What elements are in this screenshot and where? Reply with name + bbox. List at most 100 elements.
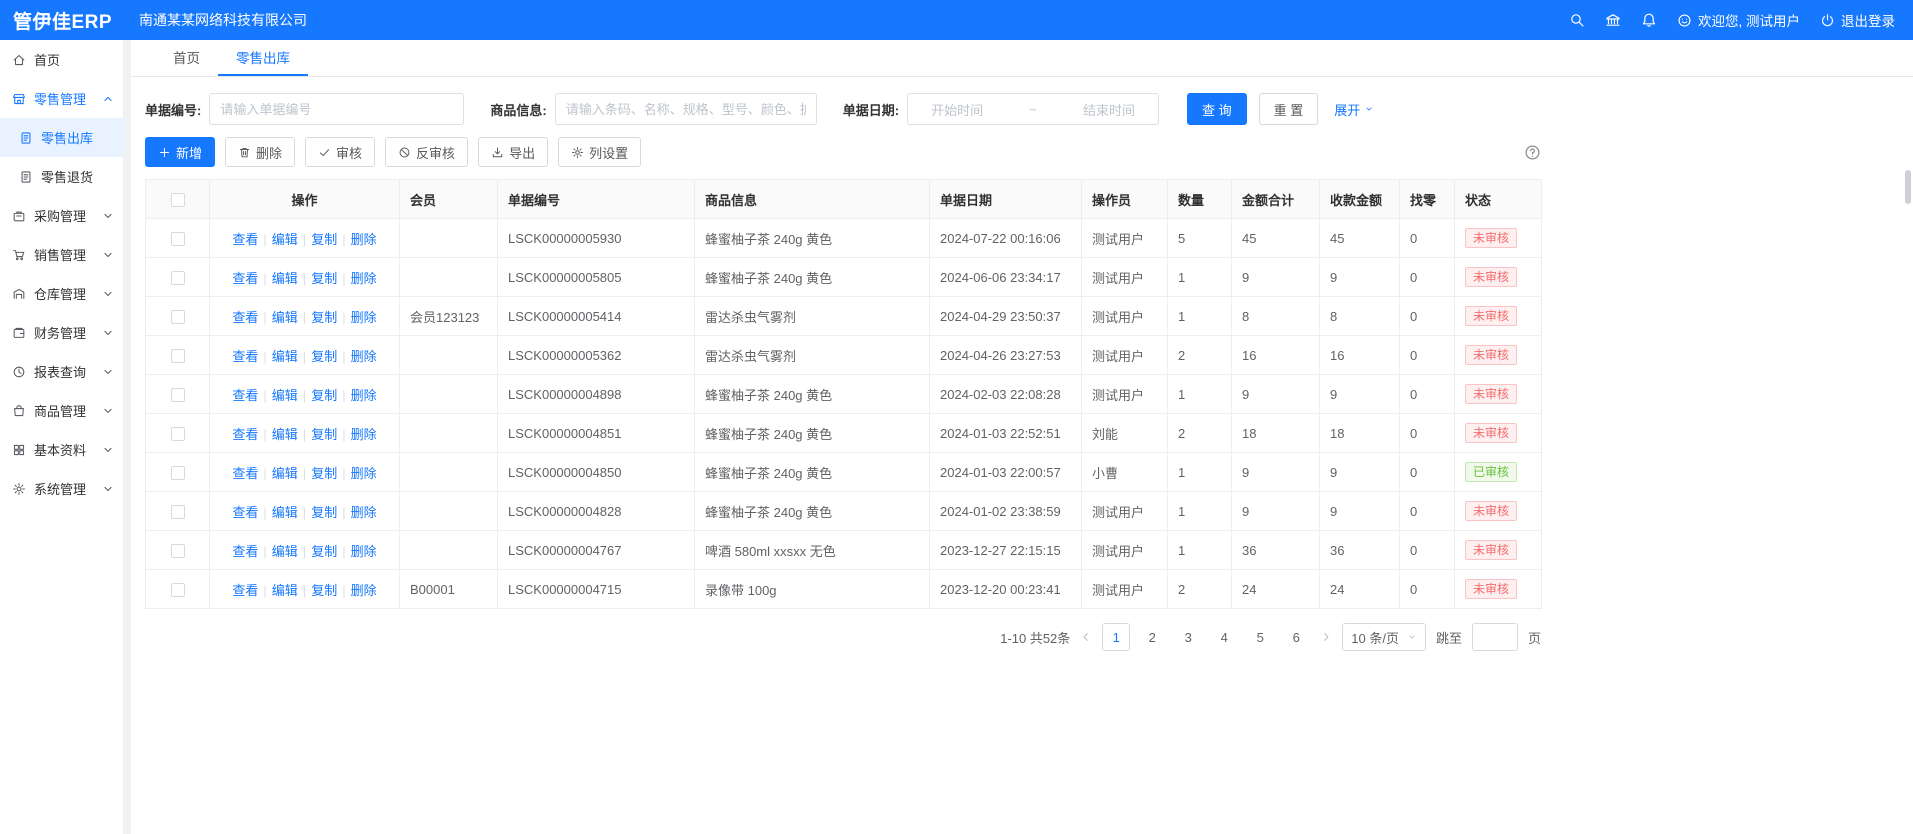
- next-page-button[interactable]: [1320, 631, 1332, 643]
- delete-link[interactable]: 删除: [351, 388, 377, 403]
- date-range-input[interactable]: 开始时间 ~ 结束时间: [907, 93, 1159, 125]
- edit-link[interactable]: 编辑: [272, 271, 298, 286]
- logout-button[interactable]: 退出登录: [1820, 10, 1895, 30]
- date-end-placeholder[interactable]: 结束时间: [1083, 100, 1135, 119]
- delete-link[interactable]: 删除: [351, 505, 377, 520]
- copy-link[interactable]: 复制: [311, 544, 337, 559]
- date-cell: 2024-01-03 22:52:51: [930, 414, 1082, 453]
- delete-link[interactable]: 删除: [351, 544, 377, 559]
- sidebar-item-finance[interactable]: 财务管理: [0, 313, 123, 352]
- page-number-3[interactable]: 3: [1174, 623, 1202, 651]
- edit-link[interactable]: 编辑: [272, 427, 298, 442]
- view-link[interactable]: 查看: [232, 505, 258, 520]
- copy-link[interactable]: 复制: [311, 232, 337, 247]
- view-link[interactable]: 查看: [232, 544, 258, 559]
- jump-input[interactable]: [1472, 623, 1518, 651]
- copy-link[interactable]: 复制: [311, 466, 337, 481]
- copy-link[interactable]: 复制: [311, 349, 337, 364]
- sidebar-item-retail-outbound[interactable]: 零售出库: [0, 118, 123, 157]
- sidebar-item-base-data[interactable]: 基本资料: [0, 430, 123, 469]
- edit-link[interactable]: 编辑: [272, 349, 298, 364]
- delete-link[interactable]: 删除: [351, 232, 377, 247]
- copy-link[interactable]: 复制: [311, 583, 337, 598]
- sidebar-item-sales[interactable]: 销售管理: [0, 235, 123, 274]
- edit-link[interactable]: 编辑: [272, 544, 298, 559]
- view-link[interactable]: 查看: [232, 232, 258, 247]
- view-link[interactable]: 查看: [232, 388, 258, 403]
- sidebar-item-system[interactable]: 系统管理: [0, 469, 123, 508]
- copy-link[interactable]: 复制: [311, 271, 337, 286]
- view-link[interactable]: 查看: [232, 349, 258, 364]
- sidebar-item-retail[interactable]: 零售管理: [0, 79, 123, 118]
- view-link[interactable]: 查看: [232, 310, 258, 325]
- delete-link[interactable]: 删除: [351, 349, 377, 364]
- help-icon[interactable]: [1524, 144, 1541, 161]
- page-number-1[interactable]: 1: [1102, 623, 1130, 651]
- select-all-checkbox[interactable]: [171, 193, 185, 207]
- row-checkbox[interactable]: [171, 583, 185, 597]
- bank-icon[interactable]: [1605, 12, 1621, 28]
- edit-link[interactable]: 编辑: [272, 232, 298, 247]
- tab-home[interactable]: 首页: [155, 40, 218, 76]
- sidebar-item-retail-return[interactable]: 零售退货: [0, 157, 123, 196]
- row-checkbox[interactable]: [171, 427, 185, 441]
- top-header: 管伊佳ERP 南通某某网络科技有限公司 欢迎您, 测试用户 退出登录: [0, 0, 1913, 40]
- view-link[interactable]: 查看: [232, 271, 258, 286]
- page-number-6[interactable]: 6: [1282, 623, 1310, 651]
- delete-button[interactable]: 删除: [225, 137, 295, 167]
- scrollbar-thumb[interactable]: [1905, 170, 1911, 204]
- export-button[interactable]: 导出: [478, 137, 548, 167]
- delete-link[interactable]: 删除: [351, 583, 377, 598]
- row-checkbox[interactable]: [171, 271, 185, 285]
- bill-no-input[interactable]: [209, 93, 464, 125]
- product-input[interactable]: [555, 93, 817, 125]
- search-icon[interactable]: [1569, 12, 1585, 28]
- sidebar-item-reports[interactable]: 报表查询: [0, 352, 123, 391]
- sidebar-item-purchase[interactable]: 采购管理: [0, 196, 123, 235]
- copy-link[interactable]: 复制: [311, 388, 337, 403]
- row-checkbox[interactable]: [171, 505, 185, 519]
- row-checkbox[interactable]: [171, 310, 185, 324]
- delete-link[interactable]: 删除: [351, 466, 377, 481]
- date-start-placeholder[interactable]: 开始时间: [931, 100, 983, 119]
- row-checkbox[interactable]: [171, 544, 185, 558]
- sidebar-item-home[interactable]: 首页: [0, 40, 123, 79]
- edit-link[interactable]: 编辑: [272, 310, 298, 325]
- view-link[interactable]: 查看: [232, 583, 258, 598]
- edit-link[interactable]: 编辑: [272, 388, 298, 403]
- page-number-5[interactable]: 5: [1246, 623, 1274, 651]
- page-number-2[interactable]: 2: [1138, 623, 1166, 651]
- copy-link[interactable]: 复制: [311, 427, 337, 442]
- row-checkbox[interactable]: [171, 388, 185, 402]
- delete-link[interactable]: 删除: [351, 271, 377, 286]
- copy-link[interactable]: 复制: [311, 505, 337, 520]
- status-badge: 未审核: [1465, 384, 1517, 404]
- row-checkbox[interactable]: [171, 232, 185, 246]
- amount-cell: 45: [1232, 219, 1320, 258]
- page-size-select[interactable]: 10 条/页: [1342, 623, 1426, 651]
- expand-link[interactable]: 展开: [1334, 100, 1374, 119]
- edit-link[interactable]: 编辑: [272, 466, 298, 481]
- view-link[interactable]: 查看: [232, 427, 258, 442]
- search-button[interactable]: 查 询: [1187, 93, 1247, 125]
- bell-icon[interactable]: [1641, 12, 1657, 28]
- prev-page-button[interactable]: [1080, 631, 1092, 643]
- sidebar-item-warehouse[interactable]: 仓库管理: [0, 274, 123, 313]
- delete-link[interactable]: 删除: [351, 427, 377, 442]
- sidebar-item-goods[interactable]: 商品管理: [0, 391, 123, 430]
- audit-button[interactable]: 审核: [305, 137, 375, 167]
- welcome-user[interactable]: 欢迎您, 测试用户: [1677, 10, 1800, 30]
- tab-retail-outbound[interactable]: 零售出库: [218, 40, 308, 76]
- row-checkbox[interactable]: [171, 349, 185, 363]
- view-link[interactable]: 查看: [232, 466, 258, 481]
- row-checkbox[interactable]: [171, 466, 185, 480]
- edit-link[interactable]: 编辑: [272, 583, 298, 598]
- reset-button[interactable]: 重 置: [1259, 93, 1319, 125]
- page-number-4[interactable]: 4: [1210, 623, 1238, 651]
- delete-link[interactable]: 删除: [351, 310, 377, 325]
- unaudit-button[interactable]: 反审核: [385, 137, 468, 167]
- add-button[interactable]: 新增: [145, 137, 215, 167]
- edit-link[interactable]: 编辑: [272, 505, 298, 520]
- copy-link[interactable]: 复制: [311, 310, 337, 325]
- column-settings-button[interactable]: 列设置: [558, 137, 641, 167]
